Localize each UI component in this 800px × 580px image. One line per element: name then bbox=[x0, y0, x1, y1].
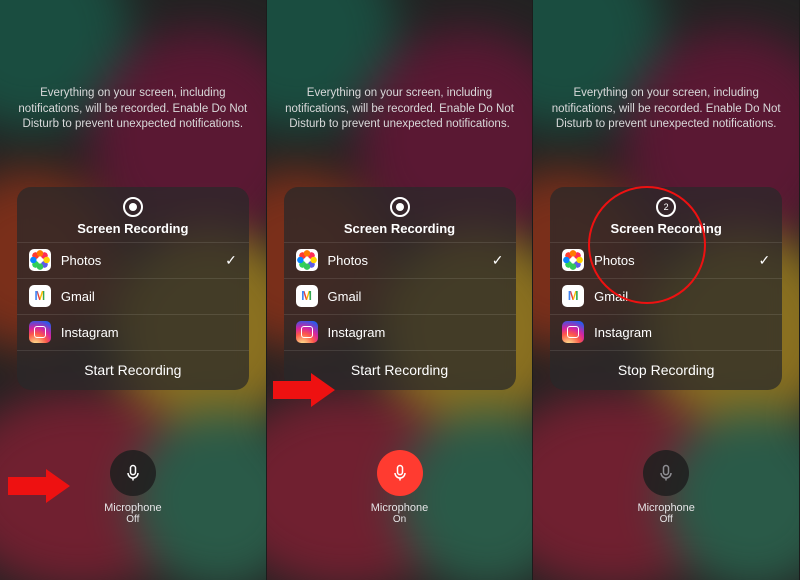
microphone-toggle-button[interactable] bbox=[110, 450, 156, 496]
microphone-icon bbox=[123, 463, 143, 483]
screen-recording-card: Screen Recording Photos ✓ Gmail Instagra… bbox=[17, 187, 249, 390]
card-title: Screen Recording bbox=[77, 221, 188, 236]
gmail-icon bbox=[562, 285, 584, 307]
start-recording-button[interactable]: Start Recording bbox=[17, 350, 249, 390]
gmail-icon bbox=[29, 285, 51, 307]
app-label: Instagram bbox=[61, 325, 237, 340]
app-instagram[interactable]: Instagram bbox=[550, 314, 782, 350]
app-label: Instagram bbox=[594, 325, 770, 340]
annotation-arrow bbox=[6, 468, 72, 504]
instagram-icon bbox=[29, 321, 51, 343]
screenshot-step-2: Everything on your screen, including not… bbox=[267, 0, 534, 580]
photos-icon bbox=[29, 249, 51, 271]
instagram-icon bbox=[296, 321, 318, 343]
photos-icon bbox=[562, 249, 584, 271]
screen-recording-card: Screen Recording Photos ✓ Gmail Instagra… bbox=[284, 187, 516, 390]
annotation-arrow bbox=[271, 372, 337, 408]
microphone-state: On bbox=[393, 514, 406, 525]
microphone-label: Microphone bbox=[637, 502, 694, 514]
app-label: Gmail bbox=[61, 289, 237, 304]
gmail-icon bbox=[296, 285, 318, 307]
photos-icon bbox=[296, 249, 318, 271]
app-label: Gmail bbox=[328, 289, 504, 304]
card-title: Screen Recording bbox=[344, 221, 455, 236]
app-instagram[interactable]: Instagram bbox=[17, 314, 249, 350]
microphone-toggle-button[interactable] bbox=[643, 450, 689, 496]
checkmark-icon: ✓ bbox=[758, 252, 770, 269]
microphone-icon bbox=[390, 463, 410, 483]
stop-recording-button[interactable]: Stop Recording bbox=[550, 350, 782, 390]
app-photos[interactable]: Photos ✓ bbox=[550, 242, 782, 278]
screenshot-step-1: Everything on your screen, including not… bbox=[0, 0, 267, 580]
app-photos[interactable]: Photos ✓ bbox=[17, 242, 249, 278]
record-indicator-icon bbox=[123, 197, 143, 217]
app-label: Instagram bbox=[328, 325, 504, 340]
app-gmail[interactable]: Gmail bbox=[550, 278, 782, 314]
app-label: Photos bbox=[61, 253, 215, 268]
screenshot-step-3: Everything on your screen, including not… bbox=[533, 0, 800, 580]
microphone-label: Microphone bbox=[371, 502, 428, 514]
record-indicator-icon bbox=[390, 197, 410, 217]
microphone-toggle-button[interactable] bbox=[377, 450, 423, 496]
instagram-icon bbox=[562, 321, 584, 343]
app-gmail[interactable]: Gmail bbox=[284, 278, 516, 314]
app-label: Photos bbox=[594, 253, 748, 268]
screen-recording-card: 2 Screen Recording Photos ✓ Gmail Instag… bbox=[550, 187, 782, 390]
microphone-state: Off bbox=[126, 514, 139, 525]
record-countdown-icon: 2 bbox=[656, 197, 676, 217]
description-text: Everything on your screen, including not… bbox=[18, 86, 248, 133]
description-text: Everything on your screen, including not… bbox=[285, 86, 515, 133]
card-title: Screen Recording bbox=[611, 221, 722, 236]
app-photos[interactable]: Photos ✓ bbox=[284, 242, 516, 278]
description-text: Everything on your screen, including not… bbox=[551, 86, 781, 133]
microphone-state: Off bbox=[660, 514, 673, 525]
microphone-label: Microphone bbox=[104, 502, 161, 514]
app-gmail[interactable]: Gmail bbox=[17, 278, 249, 314]
checkmark-icon: ✓ bbox=[492, 252, 504, 269]
microphone-icon bbox=[656, 463, 676, 483]
app-instagram[interactable]: Instagram bbox=[284, 314, 516, 350]
app-label: Photos bbox=[328, 253, 482, 268]
checkmark-icon: ✓ bbox=[225, 252, 237, 269]
app-label: Gmail bbox=[594, 289, 770, 304]
